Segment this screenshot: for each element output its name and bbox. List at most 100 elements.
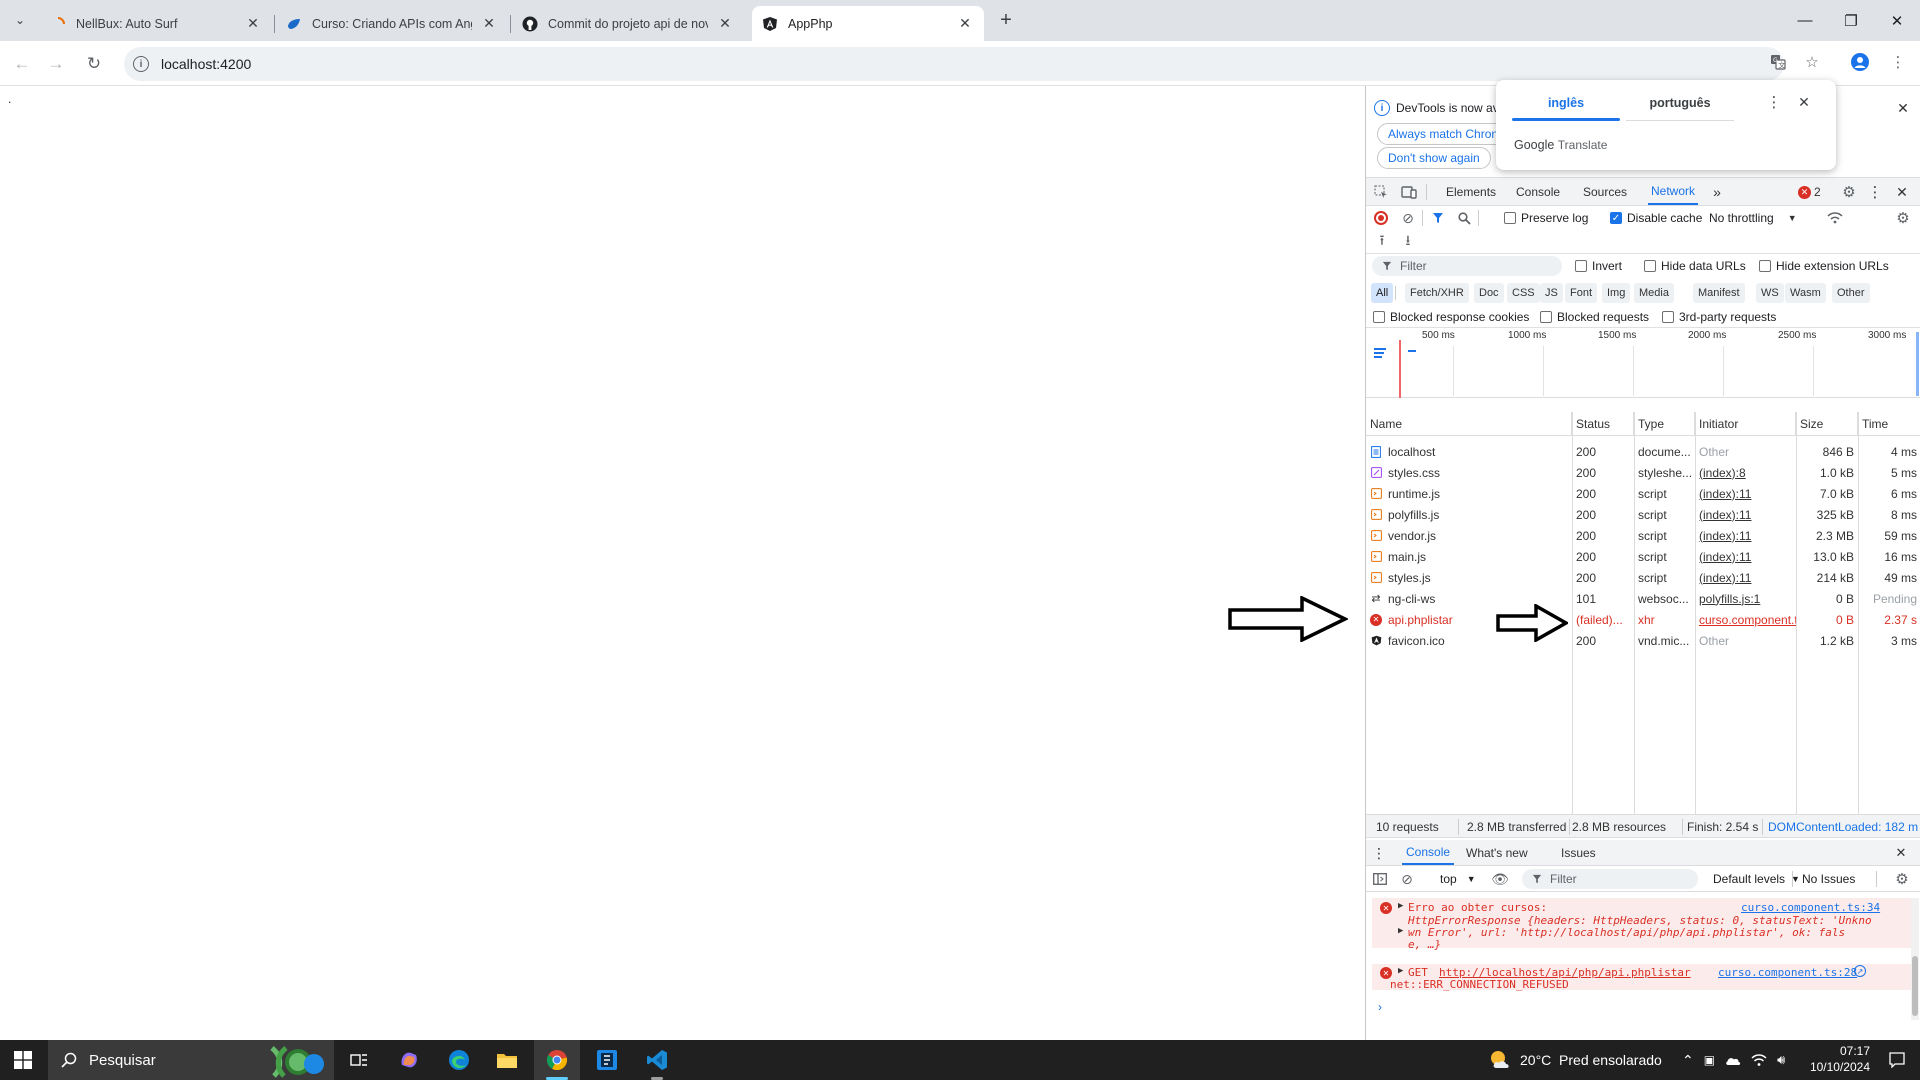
- request-initiator[interactable]: curso.component.t: [1695, 609, 1796, 630]
- close-icon[interactable]: ✕: [244, 15, 262, 33]
- type-filter-js[interactable]: JS: [1540, 283, 1563, 303]
- filter-icon[interactable]: [1430, 210, 1446, 226]
- message-source-link[interactable]: curso.component.ts:28: [1718, 966, 1857, 979]
- timeline-overview[interactable]: 500 ms 1000 ms 1500 ms 2000 ms 2500 ms 3…: [1366, 330, 1920, 398]
- window-close-button[interactable]: ✕: [1874, 0, 1920, 41]
- type-filter-other[interactable]: Other: [1832, 283, 1870, 303]
- throttling-select[interactable]: No throttling ▼: [1709, 211, 1797, 225]
- drawer-tab-whats-new[interactable]: What's new: [1466, 840, 1528, 865]
- close-icon[interactable]: ✕: [480, 15, 498, 33]
- app-button[interactable]: [584, 1040, 630, 1080]
- column-header-type[interactable]: Type: [1634, 412, 1695, 436]
- network-settings-icon[interactable]: ⚙: [1894, 210, 1912, 227]
- profile-avatar[interactable]: [1847, 49, 1873, 75]
- error-counter[interactable]: ✕ 2: [1798, 185, 1821, 199]
- request-initiator[interactable]: (index):11: [1695, 504, 1796, 525]
- preserve-log-checkbox[interactable]: Preserve log: [1504, 211, 1588, 225]
- context-select[interactable]: top ▼: [1440, 872, 1476, 886]
- clear-icon[interactable]: ⊘: [1400, 210, 1416, 226]
- tab-network[interactable]: Network: [1648, 178, 1699, 205]
- tab-nellbux[interactable]: NellBux: Auto Surf ✕: [40, 6, 272, 41]
- log-levels-select[interactable]: Default levels ▼: [1713, 872, 1800, 886]
- column-header-time[interactable]: Time: [1858, 412, 1920, 436]
- table-row[interactable]: polyfills.js 200 script (index):11 325 k…: [1366, 504, 1920, 525]
- bookmark-star-icon[interactable]: ☆: [1799, 49, 1825, 75]
- drawer-menu-icon[interactable]: ⋮: [1372, 845, 1386, 861]
- disable-cache-checkbox[interactable]: ✓ Disable cache: [1610, 211, 1702, 225]
- device-toolbar-icon[interactable]: [1400, 183, 1418, 201]
- tab-github[interactable]: Commit do projeto api de novo ✕: [512, 6, 744, 41]
- tab-curso[interactable]: Curso: Criando APIs com Angul ✕: [276, 6, 508, 41]
- console-settings-icon[interactable]: ⚙: [1894, 871, 1910, 888]
- weather-widget[interactable]: 20°C Pred ensolarado: [1488, 1040, 1662, 1080]
- table-row[interactable]: vendor.js 200 script (index):11 2.3 MB 5…: [1366, 525, 1920, 546]
- meet-now-icon[interactable]: ▣: [1704, 1053, 1715, 1067]
- tab-console[interactable]: Console: [1516, 178, 1560, 206]
- console-filter-input[interactable]: Filter: [1522, 869, 1698, 889]
- column-header-initiator[interactable]: Initiator: [1695, 412, 1796, 436]
- type-filter-doc[interactable]: Doc: [1474, 283, 1504, 303]
- type-filter-media[interactable]: Media: [1634, 283, 1674, 303]
- column-header-status[interactable]: Status: [1572, 412, 1634, 436]
- onedrive-icon[interactable]: [1725, 1054, 1741, 1066]
- type-filter-manifest[interactable]: Manifest: [1693, 283, 1745, 303]
- table-row[interactable]: favicon.ico 200 vnd.mic... Other 1.2 kB …: [1366, 630, 1920, 651]
- kebab-menu-icon[interactable]: ⋮: [1885, 49, 1911, 75]
- request-initiator[interactable]: (index):11: [1695, 525, 1796, 546]
- drawer-tab-console[interactable]: Console: [1402, 840, 1455, 865]
- expand-arrow-icon[interactable]: ▶: [1398, 901, 1403, 911]
- reload-button[interactable]: ↻: [80, 50, 108, 78]
- copilot-button[interactable]: [386, 1040, 432, 1080]
- new-tab-button[interactable]: +: [994, 8, 1018, 32]
- import-har-icon[interactable]: ⭱: [1374, 232, 1390, 250]
- type-filter-all[interactable]: All: [1371, 283, 1394, 303]
- sidebar-toggle-icon[interactable]: [1372, 871, 1388, 887]
- issues-counter[interactable]: No Issues: [1802, 872, 1855, 886]
- taskbar-search[interactable]: Pesquisar: [48, 1040, 334, 1080]
- table-row-failed[interactable]: ✕ api.phplistar (failed)... xhr curso.com…: [1366, 609, 1920, 630]
- tab-appphp[interactable]: AppPhp ✕: [752, 6, 984, 41]
- expand-arrow-icon[interactable]: ▶: [1398, 926, 1403, 936]
- invert-checkbox[interactable]: Invert: [1575, 259, 1622, 273]
- restore-button[interactable]: ❐: [1828, 0, 1874, 41]
- request-initiator[interactable]: polyfills.js:1: [1695, 588, 1796, 609]
- type-filter-wasm[interactable]: Wasm: [1785, 283, 1826, 303]
- type-filter-ws[interactable]: WS: [1756, 283, 1784, 303]
- table-row[interactable]: ⇄ ng-cli-ws 101 websoc... polyfills.js:1 …: [1366, 588, 1920, 609]
- column-header-name[interactable]: Name: [1366, 412, 1572, 436]
- volume-icon[interactable]: 🔊︎: [1777, 1052, 1785, 1068]
- request-initiator[interactable]: (index):8: [1695, 462, 1796, 483]
- gear-icon[interactable]: ⚙: [1840, 183, 1858, 201]
- network-link-icon[interactable]: ↗: [1854, 965, 1866, 977]
- chevron-up-icon[interactable]: ⌃: [1682, 1052, 1694, 1069]
- close-icon[interactable]: ✕: [716, 15, 734, 33]
- console-error-message[interactable]: ✕ ▶ Erro ao obter cursos: curso.componen…: [1372, 898, 1915, 951]
- clock[interactable]: 07:17 10/10/2024: [1800, 1043, 1870, 1075]
- close-icon[interactable]: ✕: [1796, 94, 1812, 110]
- hide-data-urls-checkbox[interactable]: Hide data URLs: [1644, 259, 1746, 273]
- request-initiator[interactable]: (index):11: [1695, 567, 1796, 588]
- translate-target-lang[interactable]: português: [1626, 96, 1734, 110]
- close-icon[interactable]: ✕: [1893, 98, 1913, 118]
- drawer-tab-issues[interactable]: Issues: [1561, 840, 1596, 865]
- translate-icon[interactable]: 文G: [1765, 49, 1791, 75]
- request-initiator[interactable]: (index):11: [1695, 483, 1796, 504]
- type-filter-fetch[interactable]: Fetch/XHR: [1405, 283, 1469, 303]
- close-devtools-icon[interactable]: ✕: [1893, 183, 1911, 201]
- start-button[interactable]: [0, 1040, 46, 1080]
- type-filter-font[interactable]: Font: [1565, 283, 1598, 303]
- more-tabs-icon[interactable]: »: [1708, 183, 1726, 201]
- tab-search-button[interactable]: ⌄: [8, 8, 32, 32]
- close-icon[interactable]: ✕: [956, 15, 974, 33]
- column-header-size[interactable]: Size: [1796, 412, 1858, 436]
- request-initiator[interactable]: (index):11: [1695, 546, 1796, 567]
- kebab-menu-icon[interactable]: ⋮: [1866, 183, 1884, 201]
- search-icon[interactable]: [1456, 210, 1472, 226]
- blocked-cookies-checkbox[interactable]: Blocked response cookies: [1373, 310, 1529, 324]
- record-icon[interactable]: [1374, 211, 1388, 225]
- edge-button[interactable]: [436, 1040, 482, 1080]
- back-button[interactable]: ←: [8, 50, 36, 78]
- task-view-button[interactable]: [336, 1040, 382, 1080]
- console-error-message[interactable]: ✕ ▶ GET http://localhost/api/php/api.php…: [1372, 964, 1915, 991]
- tab-elements[interactable]: Elements: [1446, 178, 1496, 206]
